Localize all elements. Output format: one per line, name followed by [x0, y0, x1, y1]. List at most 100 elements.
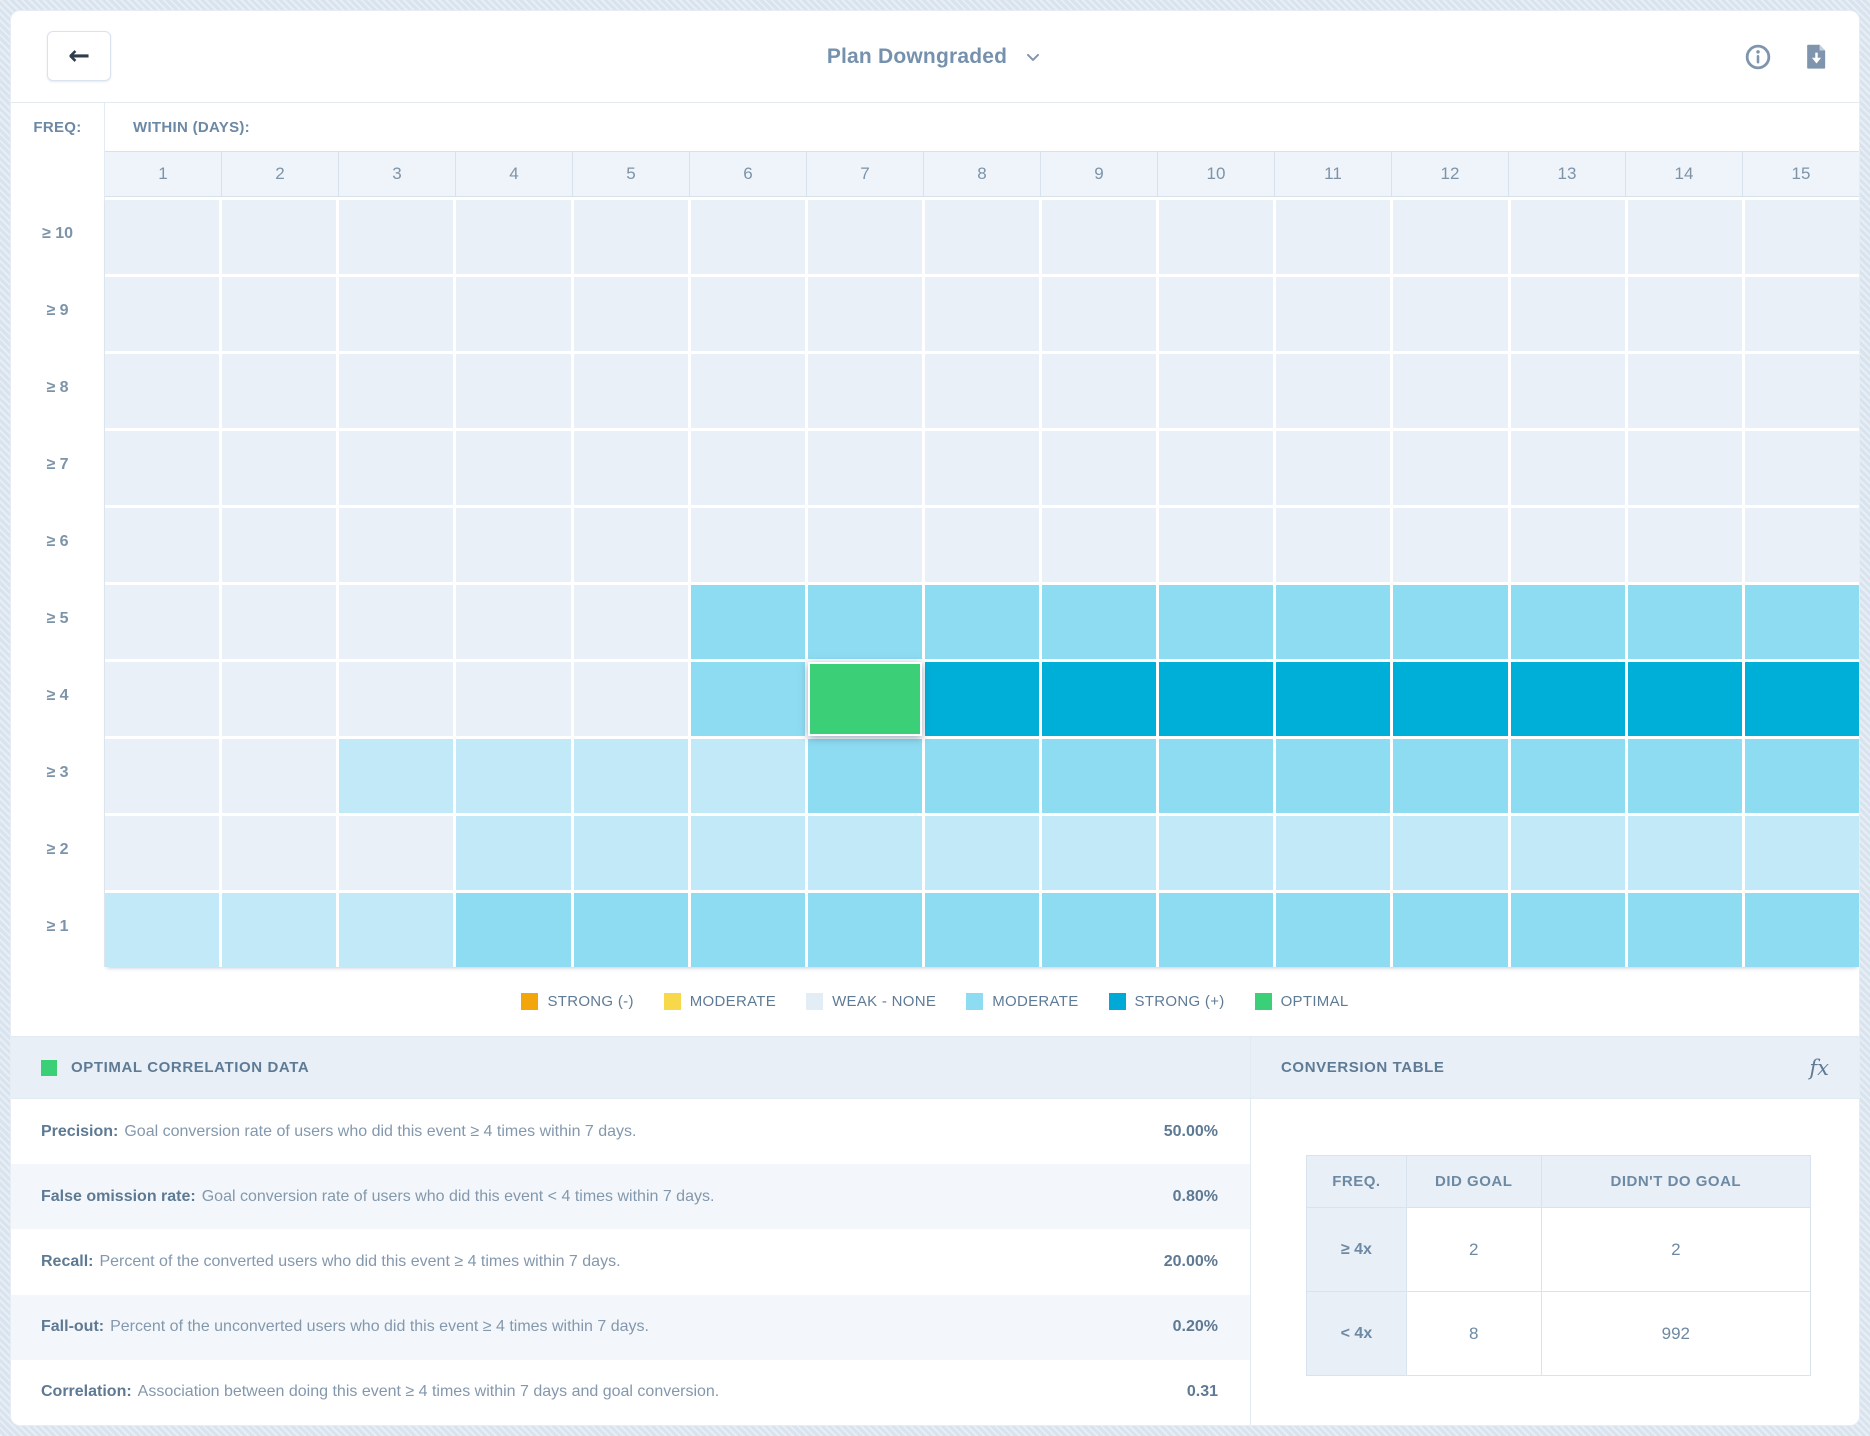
heatmap-cell-weak-none[interactable] — [1393, 354, 1507, 428]
heatmap-cell-moderate[interactable] — [1159, 585, 1273, 659]
heatmap-cell-weak-none[interactable] — [1745, 431, 1859, 505]
heatmap-cell-weak-none[interactable] — [1511, 200, 1625, 274]
heatmap-cell-moderate[interactable] — [1159, 739, 1273, 813]
heatmap-cell-weak-none[interactable] — [222, 508, 336, 582]
heatmap-cell-weak-none[interactable] — [1393, 431, 1507, 505]
heatmap-cell-moderate[interactable] — [808, 739, 922, 813]
heatmap-cell-weak-none[interactable] — [1628, 431, 1742, 505]
heatmap-cell-strong-positive[interactable] — [1276, 662, 1390, 736]
heatmap-cell-weak-none[interactable] — [105, 585, 219, 659]
heatmap-cell-moderate[interactable] — [691, 585, 805, 659]
heatmap-cell-weak-none[interactable] — [574, 200, 688, 274]
heatmap-cell-weak-none[interactable] — [574, 508, 688, 582]
heatmap-cell-weak-none[interactable] — [1276, 431, 1390, 505]
heatmap-cell-weak-none[interactable] — [1393, 277, 1507, 351]
heatmap-cell-moderate[interactable] — [1042, 893, 1156, 967]
heatmap-cell-weak-none[interactable] — [1276, 200, 1390, 274]
heatmap-cell-weak-none[interactable] — [222, 585, 336, 659]
heatmap-cell-weak-none[interactable] — [1628, 508, 1742, 582]
heatmap-cell-moderate[interactable] — [1042, 585, 1156, 659]
heatmap-cell-weak-none[interactable] — [456, 662, 570, 736]
heatmap-cell-weak-none[interactable] — [1511, 277, 1625, 351]
heatmap-cell-weak-moderate[interactable] — [456, 816, 570, 890]
heatmap-cell-weak-none[interactable] — [105, 200, 219, 274]
heatmap-cell-weak-none[interactable] — [1159, 431, 1273, 505]
heatmap-cell-strong-positive[interactable] — [1393, 662, 1507, 736]
heatmap-cell-weak-moderate[interactable] — [1628, 816, 1742, 890]
heatmap-cell-moderate[interactable] — [1276, 739, 1390, 813]
heatmap-cell-weak-none[interactable] — [1159, 277, 1273, 351]
heatmap-cell-weak-none[interactable] — [574, 277, 688, 351]
heatmap-cell-weak-moderate[interactable] — [1276, 816, 1390, 890]
heatmap-cell-weak-none[interactable] — [574, 431, 688, 505]
download-button[interactable] — [1801, 42, 1831, 72]
heatmap-cell-moderate[interactable] — [456, 893, 570, 967]
heatmap-cell-weak-none[interactable] — [1042, 354, 1156, 428]
heatmap-cell-moderate[interactable] — [925, 585, 1039, 659]
heatmap-cell-weak-none[interactable] — [222, 354, 336, 428]
heatmap-cell-weak-moderate[interactable] — [925, 816, 1039, 890]
heatmap-cell-moderate[interactable] — [1511, 893, 1625, 967]
heatmap-cell-weak-none[interactable] — [105, 816, 219, 890]
heatmap-cell-moderate[interactable] — [808, 585, 922, 659]
heatmap-cell-weak-none[interactable] — [808, 200, 922, 274]
heatmap-cell-weak-none[interactable] — [574, 585, 688, 659]
heatmap-cell-weak-none[interactable] — [691, 200, 805, 274]
heatmap-cell-weak-none[interactable] — [1628, 354, 1742, 428]
heatmap-cell-weak-none[interactable] — [1745, 200, 1859, 274]
heatmap-cell-strong-positive[interactable] — [1159, 662, 1273, 736]
heatmap-cell-weak-moderate[interactable] — [691, 739, 805, 813]
heatmap-cell-weak-none[interactable] — [808, 277, 922, 351]
heatmap-cell-weak-none[interactable] — [1511, 508, 1625, 582]
heatmap-cell-weak-moderate[interactable] — [339, 739, 453, 813]
heatmap-cell-weak-moderate[interactable] — [222, 893, 336, 967]
heatmap-cell-weak-none[interactable] — [925, 354, 1039, 428]
heatmap-cell-weak-none[interactable] — [1276, 508, 1390, 582]
heatmap-cell-weak-moderate[interactable] — [1393, 816, 1507, 890]
heatmap-cell-weak-none[interactable] — [105, 431, 219, 505]
heatmap-cell-moderate[interactable] — [1628, 893, 1742, 967]
heatmap-cell-weak-none[interactable] — [1276, 354, 1390, 428]
heatmap-cell-weak-none[interactable] — [222, 662, 336, 736]
heatmap-cell-weak-none[interactable] — [1042, 200, 1156, 274]
heatmap-cell-weak-moderate[interactable] — [574, 816, 688, 890]
heatmap-cell-moderate[interactable] — [1511, 585, 1625, 659]
heatmap-cell-weak-none[interactable] — [808, 354, 922, 428]
heatmap-cell-strong-positive[interactable] — [1745, 662, 1859, 736]
info-button[interactable] — [1743, 42, 1773, 72]
heatmap-cell-moderate[interactable] — [808, 893, 922, 967]
heatmap-cell-weak-none[interactable] — [925, 277, 1039, 351]
heatmap-cell-weak-none[interactable] — [456, 277, 570, 351]
heatmap-cell-weak-none[interactable] — [222, 431, 336, 505]
heatmap-cell-weak-none[interactable] — [808, 508, 922, 582]
heatmap-cell-moderate[interactable] — [691, 893, 805, 967]
heatmap-cell-weak-none[interactable] — [925, 508, 1039, 582]
heatmap-cell-moderate[interactable] — [691, 662, 805, 736]
heatmap-cell-moderate[interactable] — [1628, 585, 1742, 659]
heatmap-cell-weak-none[interactable] — [808, 431, 922, 505]
heatmap-cell-weak-none[interactable] — [339, 277, 453, 351]
heatmap-cell-weak-none[interactable] — [1042, 277, 1156, 351]
heatmap-cell-weak-none[interactable] — [339, 816, 453, 890]
heatmap-cell-strong-positive[interactable] — [925, 662, 1039, 736]
heatmap-cell-weak-none[interactable] — [1628, 200, 1742, 274]
event-dropdown[interactable]: Plan Downgraded — [827, 45, 1043, 69]
heatmap-cell-weak-none[interactable] — [339, 200, 453, 274]
heatmap-cell-weak-moderate[interactable] — [1159, 816, 1273, 890]
heatmap-cell-weak-none[interactable] — [1276, 277, 1390, 351]
heatmap-cell-moderate[interactable] — [1159, 893, 1273, 967]
heatmap-cell-weak-moderate[interactable] — [1745, 816, 1859, 890]
heatmap-cell-weak-moderate[interactable] — [105, 893, 219, 967]
heatmap-cell-weak-none[interactable] — [339, 662, 453, 736]
heatmap-cell-weak-none[interactable] — [222, 816, 336, 890]
heatmap-cell-weak-none[interactable] — [456, 354, 570, 428]
heatmap-cell-weak-none[interactable] — [1628, 277, 1742, 351]
heatmap-cell-weak-moderate[interactable] — [1511, 816, 1625, 890]
heatmap-cell-weak-none[interactable] — [1159, 200, 1273, 274]
heatmap-cell-weak-moderate[interactable] — [456, 739, 570, 813]
heatmap-cell-weak-none[interactable] — [691, 354, 805, 428]
heatmap-cell-weak-none[interactable] — [1745, 277, 1859, 351]
heatmap-cell-weak-none[interactable] — [339, 508, 453, 582]
heatmap-cell-weak-none[interactable] — [1393, 508, 1507, 582]
heatmap-cell-weak-moderate[interactable] — [574, 739, 688, 813]
